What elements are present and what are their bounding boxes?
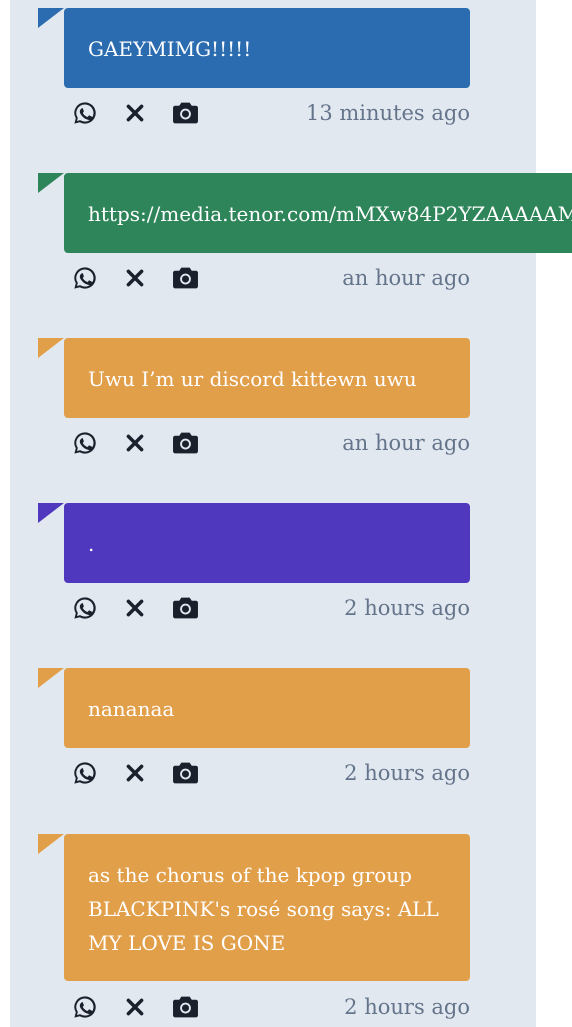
dismiss-button[interactable] [120,428,150,458]
message-timestamp: 13 minutes ago [305,101,470,125]
message-actions [70,428,220,458]
message-bubble[interactable]: as the chorus of the kpop group BLACKPIN… [64,834,470,981]
camera-icon [172,267,198,289]
whatsapp-share-button[interactable] [70,428,100,458]
dismiss-button[interactable] [120,263,150,293]
camera-button[interactable] [170,758,200,788]
camera-icon [172,432,198,454]
bubble-tail [38,338,64,358]
camera-icon [172,597,198,619]
message-timestamp: 2 hours ago [344,761,470,785]
close-icon [126,764,144,782]
whatsapp-icon [74,597,96,619]
message-actions [70,263,220,293]
bubble-tail [38,834,64,854]
message-bubble[interactable]: https://media.tenor.com/mMXw84P2YZAAAAAM… [64,173,572,253]
camera-button[interactable] [170,428,200,458]
close-icon [126,269,144,287]
dismiss-button[interactable] [120,758,150,788]
camera-button[interactable] [170,593,200,623]
close-icon [126,998,144,1016]
camera-button[interactable] [170,263,200,293]
bubble-tail [38,668,64,688]
message-bubble[interactable]: . [64,503,470,583]
close-icon [126,599,144,617]
whatsapp-icon [74,762,96,784]
whatsapp-icon [74,432,96,454]
close-icon [126,104,144,122]
dismiss-button[interactable] [120,992,150,1022]
message-timestamp: an hour ago [342,266,470,290]
message-actions [70,98,220,128]
message-list: GAEYMIMG!!!!! 13 minutes ago https://med… [10,0,572,1027]
whatsapp-share-button[interactable] [70,593,100,623]
whatsapp-share-button[interactable] [70,758,100,788]
message-bubble[interactable]: nananaa [64,668,470,748]
camera-button[interactable] [170,992,200,1022]
message-actions [70,593,220,623]
whatsapp-share-button[interactable] [70,263,100,293]
message-timestamp: 2 hours ago [344,995,470,1019]
whatsapp-icon [74,267,96,289]
dismiss-button[interactable] [120,98,150,128]
bubble-tail [38,173,64,193]
camera-button[interactable] [170,98,200,128]
close-icon [126,434,144,452]
camera-icon [172,762,198,784]
message-timestamp: 2 hours ago [344,596,470,620]
whatsapp-icon [74,102,96,124]
message-actions [70,758,220,788]
whatsapp-icon [74,996,96,1018]
bubble-tail [38,8,64,28]
message-timestamp: an hour ago [342,431,470,455]
message-bubble[interactable]: Uwu I’m ur discord kittewn uwu [64,338,470,418]
camera-icon [172,996,198,1018]
dismiss-button[interactable] [120,593,150,623]
bubble-tail [38,503,64,523]
whatsapp-share-button[interactable] [70,98,100,128]
camera-icon [172,102,198,124]
whatsapp-share-button[interactable] [70,992,100,1022]
message-actions [70,992,220,1022]
message-bubble[interactable]: GAEYMIMG!!!!! [64,8,470,88]
